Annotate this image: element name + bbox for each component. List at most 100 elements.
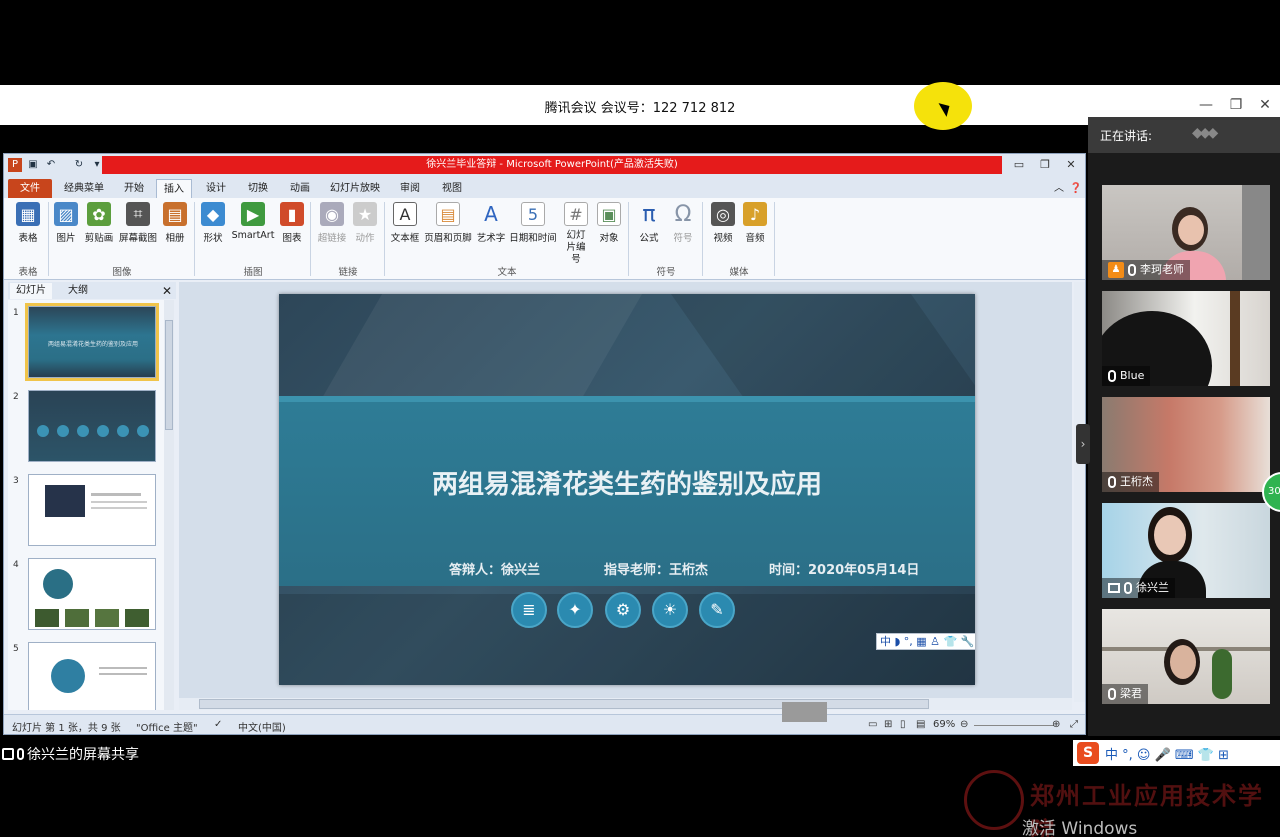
tab-outline[interactable]: 大纲 bbox=[58, 283, 98, 299]
reading-view-icon[interactable]: ▯ bbox=[900, 719, 906, 730]
ppt-window-title: 徐兴兰毕业答辩 - Microsoft PowerPoint(产品激活失败) bbox=[102, 156, 1002, 174]
ppt-app-icon[interactable]: P bbox=[8, 158, 22, 172]
participant-tile[interactable]: ♟ 李珂老师 bbox=[1102, 185, 1270, 280]
tab-file[interactable]: 文件 bbox=[8, 179, 52, 198]
chart-button[interactable]: ▮ 图表 bbox=[278, 202, 306, 244]
slide-counter: 幻灯片 第 1 张，共 9 张 bbox=[12, 723, 121, 734]
textbox-button[interactable]: A 文本框 bbox=[388, 202, 422, 244]
ime-status[interactable]: 中 °, ☺ 🎤 ⌨ 👕 ⊞ bbox=[1105, 744, 1229, 763]
slide-horizontal-scrollbar[interactable] bbox=[179, 698, 1072, 710]
album-button[interactable]: ▤ 相册 bbox=[160, 202, 190, 244]
slideshow-view-icon[interactable]: ▤ bbox=[916, 719, 925, 730]
participant-tile[interactable]: 王桁杰 bbox=[1102, 397, 1270, 492]
tab-classic-menu[interactable]: 经典菜单 bbox=[58, 179, 110, 198]
slide-thumbnail[interactable] bbox=[28, 642, 156, 710]
symbol-button[interactable]: Ω 符号 bbox=[668, 202, 698, 245]
object-button[interactable]: ▣ 对象 bbox=[594, 202, 624, 244]
chart-icon: ▮ bbox=[280, 202, 304, 226]
slide-editing-area: 两组易混淆花类生药的鉴别及应用 答辩人：徐兴兰 指导老师：王桁杰 时间：2020… bbox=[179, 282, 1085, 702]
restore-icon[interactable]: ❐ bbox=[1226, 95, 1246, 115]
slide-thumbnail[interactable] bbox=[28, 474, 156, 546]
action-button[interactable]: ★ 动作 bbox=[350, 202, 380, 244]
mic-muted-icon bbox=[1108, 476, 1116, 488]
slide-thumbnail[interactable]: 两组易混淆花类生药的鉴别及应用 bbox=[25, 303, 159, 381]
save-icon[interactable]: ▣ bbox=[26, 158, 40, 172]
tab-slides[interactable]: 幻灯片 bbox=[10, 283, 52, 299]
spellcheck-icon[interactable]: ✓ bbox=[214, 719, 222, 730]
close-pane-icon[interactable]: ✕ bbox=[160, 283, 174, 299]
header-footer-button[interactable]: ▤ 页眉和页脚 bbox=[422, 202, 474, 244]
tab-transitions[interactable]: 切换 bbox=[240, 179, 276, 198]
edit-icon: ✎ bbox=[699, 592, 735, 628]
redo-icon[interactable]: ↻ bbox=[72, 158, 86, 172]
server-icon: ≣ bbox=[511, 592, 547, 628]
ime-floating-bar[interactable]: 中 ◗ °, ▦ ♙ 👕 🔧 bbox=[876, 633, 975, 650]
zoom-in-icon[interactable]: ⊕ bbox=[1052, 719, 1060, 730]
screen-share-icon bbox=[2, 748, 14, 760]
shapes-button[interactable]: ◆ 形状 bbox=[198, 202, 228, 244]
video-button[interactable]: ◎ 视频 bbox=[708, 202, 738, 244]
textbox-icon: A bbox=[393, 202, 417, 226]
screenshot-button[interactable]: ⌗ 屏幕截图 bbox=[117, 202, 159, 244]
zoom-out-icon[interactable]: ⊖ bbox=[960, 719, 968, 730]
normal-view-icon[interactable]: ▭ bbox=[868, 719, 877, 730]
speaking-label: 正在讲话: bbox=[1100, 129, 1153, 143]
ppt-restore-icon[interactable]: ❐ bbox=[1034, 157, 1056, 173]
sogou-ime-toolbar[interactable]: S 中 °, ☺ 🎤 ⌨ 👕 ⊞ bbox=[1073, 740, 1280, 766]
thumbnail-scrollbar[interactable] bbox=[164, 300, 174, 710]
current-slide[interactable]: 两组易混淆花类生药的鉴别及应用 答辩人：徐兴兰 指导老师：王桁杰 时间：2020… bbox=[279, 294, 975, 685]
fit-window-icon[interactable]: ⤢ bbox=[1070, 719, 1078, 730]
tab-design[interactable]: 设计 bbox=[198, 179, 234, 198]
group-label-images: 图像 bbox=[112, 267, 132, 278]
participant-tile[interactable]: 梁君 bbox=[1102, 609, 1270, 704]
undo-icon[interactable]: ↶ bbox=[44, 158, 58, 172]
slide-number-button[interactable]: # 幻灯片编号 bbox=[558, 202, 594, 266]
header-footer-icon: ▤ bbox=[436, 202, 460, 226]
tab-view[interactable]: 视图 bbox=[434, 179, 470, 198]
ppt-minimize-icon[interactable]: ▭ bbox=[1008, 157, 1030, 173]
tab-insert[interactable]: 插入 bbox=[156, 179, 192, 198]
collapse-panel-icon[interactable]: › bbox=[1076, 424, 1090, 464]
picture-icon: ▨ bbox=[54, 202, 78, 226]
slide-vertical-scrollbar[interactable] bbox=[1074, 282, 1085, 702]
slide-presenter: 答辩人：徐兴兰 bbox=[449, 563, 541, 578]
tab-review[interactable]: 审阅 bbox=[392, 179, 428, 198]
close-icon[interactable]: ✕ bbox=[1255, 95, 1275, 115]
tab-animations[interactable]: 动画 bbox=[282, 179, 318, 198]
language[interactable]: 中文(中国) bbox=[238, 719, 286, 734]
equation-button[interactable]: π 公式 bbox=[634, 202, 664, 245]
datetime-icon: 5 bbox=[521, 202, 545, 226]
zoom-level[interactable]: 69% bbox=[933, 719, 955, 730]
group-label-table: 表格 bbox=[18, 267, 38, 278]
zoom-slider[interactable] bbox=[974, 725, 1054, 726]
shapes-icon: ◆ bbox=[201, 202, 225, 226]
table-button[interactable]: ▦ 表格 bbox=[10, 202, 46, 244]
tab-slideshow[interactable]: 幻灯片放映 bbox=[324, 179, 386, 198]
hyperlink-button[interactable]: ◉ 超链接 bbox=[314, 202, 350, 244]
help-icon[interactable]: ❓ bbox=[1068, 179, 1084, 198]
album-icon: ▤ bbox=[163, 202, 187, 226]
sorter-view-icon[interactable]: ⊞ bbox=[884, 719, 892, 730]
collapse-ribbon-icon[interactable]: ︿ bbox=[1052, 179, 1066, 198]
table-icon: ▦ bbox=[16, 202, 40, 226]
theme-name[interactable]: "Office 主题" bbox=[136, 719, 198, 734]
speaking-header: 正在讲话: ◆◆◆ bbox=[1088, 117, 1280, 153]
smartart-button[interactable]: ▶ SmartArt bbox=[230, 202, 276, 241]
wordart-button[interactable]: A 艺术字 bbox=[474, 202, 508, 244]
datetime-button[interactable]: 5 日期和时间 bbox=[508, 202, 558, 244]
picture-button[interactable]: ▨ 图片 bbox=[52, 202, 80, 244]
wordart-icon: A bbox=[484, 202, 498, 226]
minimize-icon[interactable]: — bbox=[1196, 95, 1216, 115]
slide-thumbnail[interactable] bbox=[28, 390, 156, 462]
screen-share-label: 徐兴兰的屏幕共享 bbox=[2, 744, 139, 764]
participant-tile[interactable]: 徐兴兰 bbox=[1102, 503, 1270, 598]
group-label-links: 链接 bbox=[338, 267, 358, 278]
audio-button[interactable]: ♪ 音频 bbox=[740, 202, 770, 244]
tab-home[interactable]: 开始 bbox=[116, 179, 152, 198]
slide-advisor: 指导老师：王桁杰 bbox=[604, 563, 709, 578]
participant-tile[interactable]: Blue bbox=[1102, 291, 1270, 386]
clipart-button[interactable]: ✿ 剪贴画 bbox=[82, 202, 116, 244]
slide-thumbnail[interactable] bbox=[28, 558, 156, 630]
ppt-close-icon[interactable]: ✕ bbox=[1060, 157, 1082, 173]
lightbulb-icon: ☀ bbox=[652, 592, 688, 628]
